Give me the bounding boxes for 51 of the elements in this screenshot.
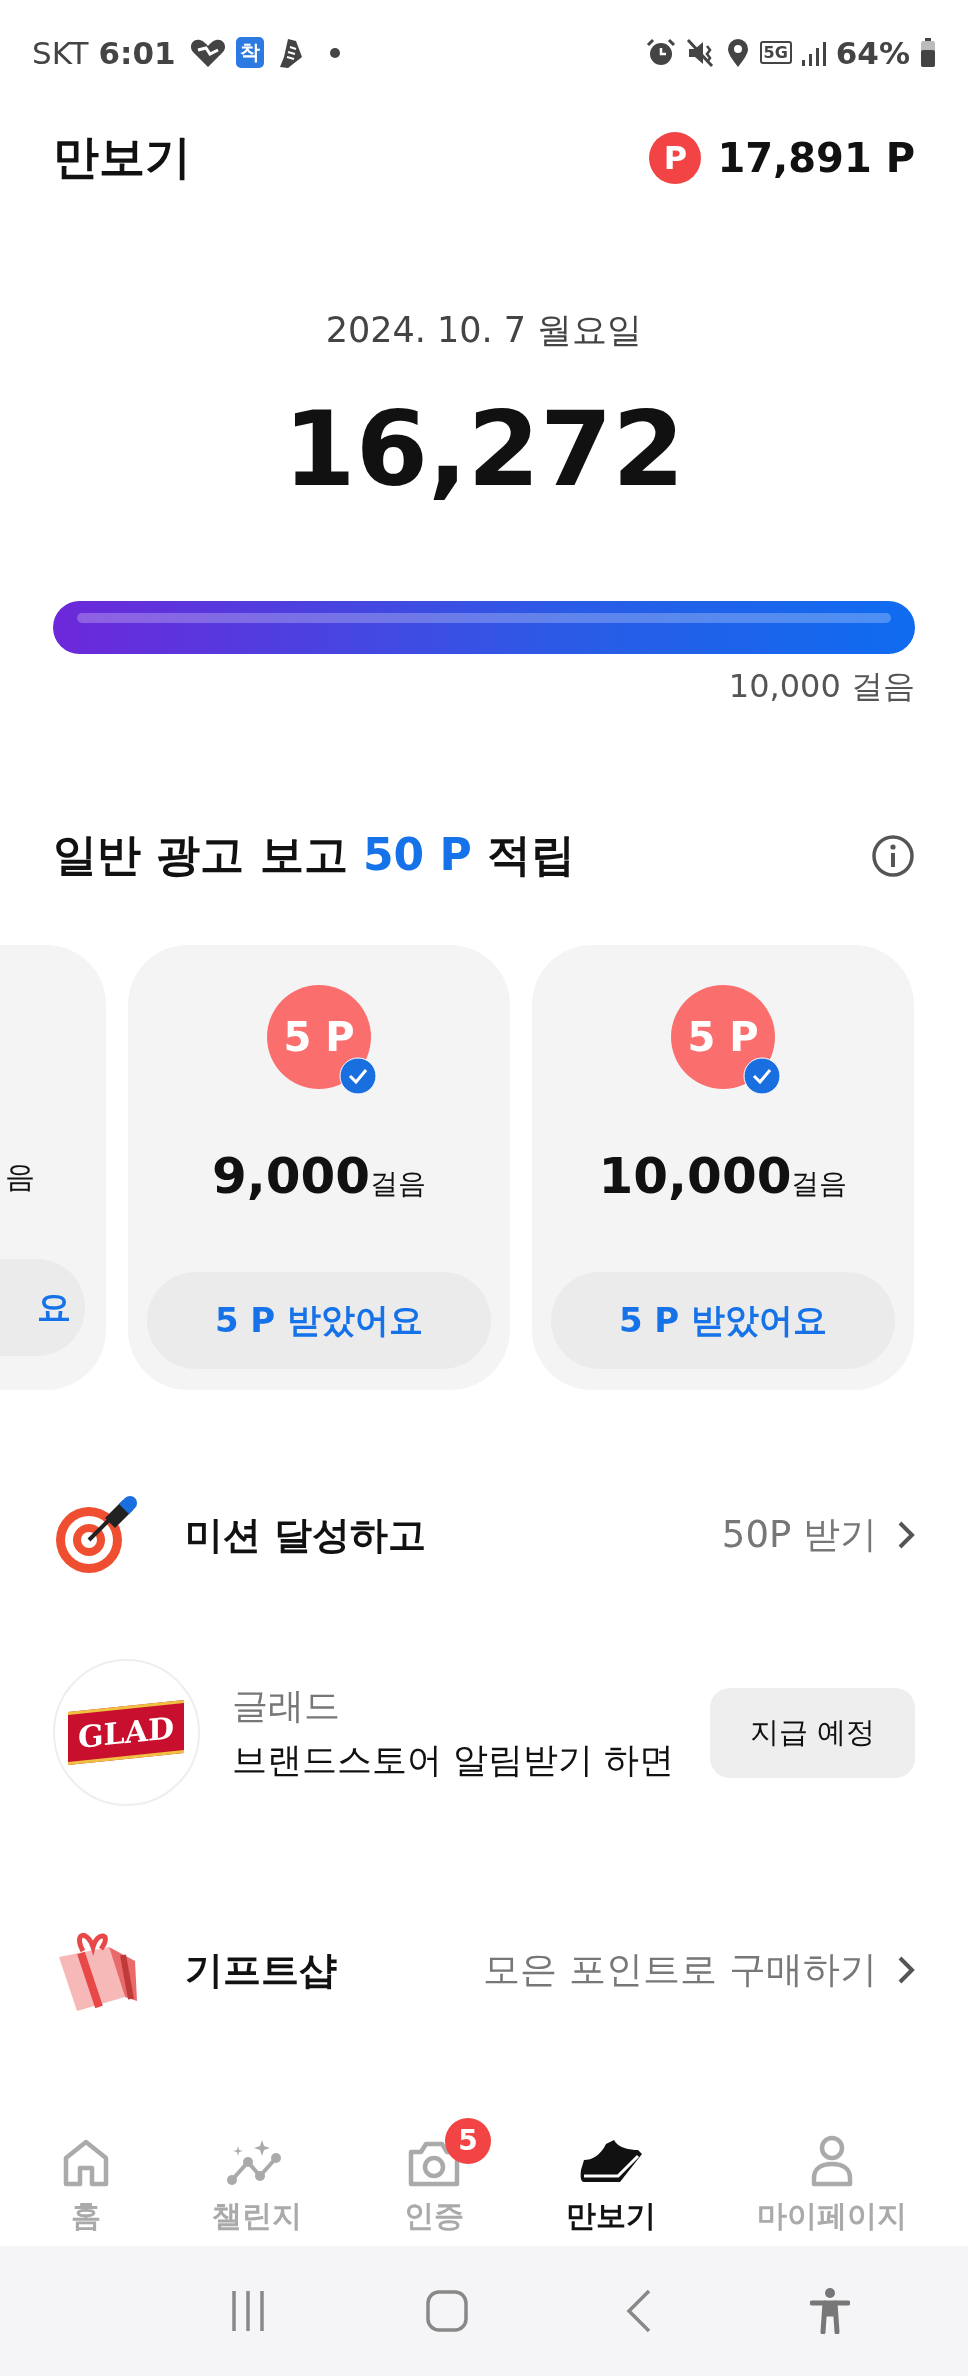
point-icon: P [649,131,702,184]
accessibility-icon[interactable] [809,2288,850,2334]
reward-card[interactable]: 5 P 9,000걸음 5 P 받았어요 [128,945,510,1390]
point-coin: 5 P [671,985,775,1089]
mute-icon [685,37,716,68]
mission-row[interactable]: 미션 달성하고 50P 받기 [0,1490,968,1580]
point-coin: 5 P [267,985,371,1089]
person-icon [810,2133,855,2188]
step-goal: 9,000 [211,1147,371,1205]
step-unit: 음 [5,1158,35,1196]
location-icon [725,37,750,68]
brand-logo: GLAD [53,1659,200,1806]
step-goal: 10,000 [598,1147,792,1205]
step-unit: 걸음 [370,1166,427,1202]
app-notification-badge: 착 [235,37,264,68]
reward-card[interactable]: 음 요 [0,945,106,1390]
gift-shop-label: 기프트샵 [185,1946,338,1994]
home-button-icon[interactable] [424,2289,469,2333]
chevron-right-icon [897,1955,915,1985]
claimed-button[interactable]: 5 P 받았어요 [551,1272,895,1369]
gift-shop-row[interactable]: 기프트샵 모은 포인트로 구매하기 [0,1925,968,2015]
pending-button[interactable]: 지급 예정 [709,1687,915,1778]
alarm-icon [645,37,676,68]
carrier: SKT [32,34,89,71]
page-title: 만보기 [53,128,191,186]
claimed-button[interactable]: 요 [0,1259,85,1356]
tab[interactable]: 5 인증 [370,2115,498,2237]
heart-icon [189,37,226,68]
clock-time: 6:01 [98,34,176,71]
gift-shop-action: 모은 포인트로 구매하기 [483,1947,877,1993]
step-unit: 걸음 [791,1166,848,1202]
brand-description: 브랜드스토어 알림받기 하면 [232,1738,676,1782]
reward-card[interactable]: 5 P 10,000걸음 5 P 받았어요 [532,945,914,1390]
network-type: 5G [759,41,792,64]
notification-badge: 5 [445,2117,491,2164]
section-title: 일반 광고 보고 50 P 적립 [53,828,576,882]
notification-dot-icon [329,47,340,58]
info-icon[interactable] [871,833,915,878]
claimed-button[interactable]: 5 P 받았어요 [147,1272,491,1369]
tab[interactable]: 만보기 [531,2115,690,2237]
step-count: 16,272 [283,389,685,509]
point-balance: 17,891 P [717,134,915,181]
goal-label: 10,000 걸음 [728,666,915,706]
signal-icon [801,39,826,66]
mission-reward: 50P 받기 [721,1512,877,1558]
battery-icon [920,37,936,68]
brand-name: 글래드 [232,1683,341,1728]
date-label: 2024. 10. 7 월요일 [325,309,643,352]
mission-label: 미션 달성하고 [185,1511,428,1559]
chevron-right-icon [897,1520,915,1550]
battery-percent: 64% [835,34,910,71]
